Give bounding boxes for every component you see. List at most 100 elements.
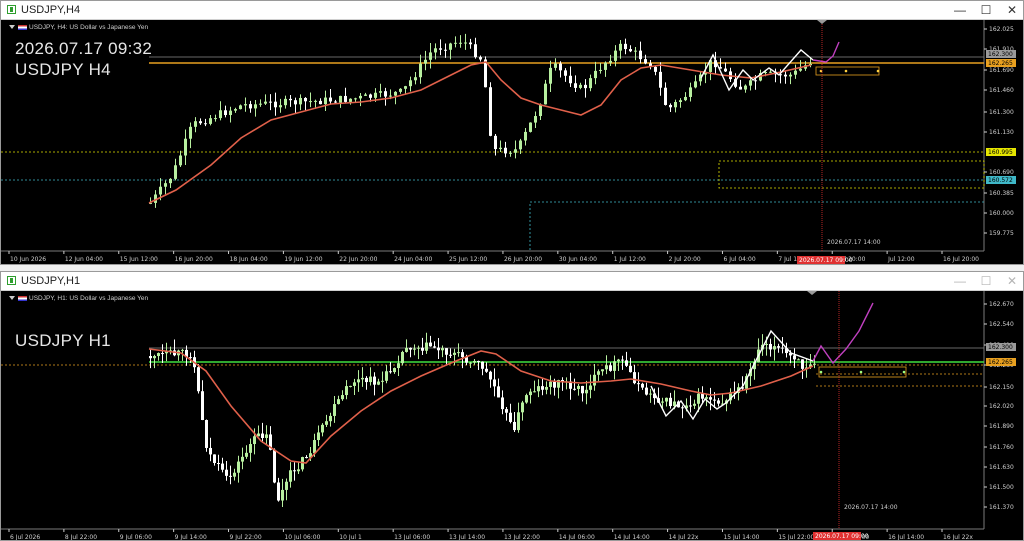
- candle-body: [441, 348, 444, 351]
- candle-body: [617, 359, 620, 362]
- chart-window-icon: [7, 5, 16, 14]
- maximize-button[interactable]: ☐: [973, 273, 999, 289]
- price-tick-label: 162.670: [989, 301, 1014, 308]
- candle-body: [644, 59, 647, 64]
- candle-body: [494, 135, 497, 150]
- candle-body: [501, 397, 504, 410]
- candle-body: [549, 67, 552, 84]
- time-tick-label: 8 Jul 22:00: [65, 534, 97, 540]
- candle-body: [357, 379, 360, 383]
- candle-body: [637, 383, 640, 385]
- time-tick-label: 10 Jun 2026: [10, 256, 46, 263]
- dropdown-icon[interactable]: [9, 296, 15, 301]
- candle-body: [689, 87, 692, 97]
- candle-body: [399, 88, 402, 92]
- time-tick-label: 13 Jul 22:00: [504, 534, 540, 540]
- candle-body: [289, 98, 292, 101]
- candle-body: [224, 110, 227, 116]
- candle-body: [157, 353, 160, 357]
- time-tick-label: 12 Jun 04:00: [65, 256, 103, 263]
- chart-window-h1[interactable]: USDJPY,H1 — ☐ ✕ 162.670162.540162.410162…: [0, 271, 1024, 541]
- candle-body: [449, 43, 452, 50]
- candle-body: [285, 481, 288, 490]
- symbol-info: USDJPY, H1: US Dollar vs Japanese Yen: [9, 295, 148, 302]
- close-button[interactable]: ✕: [999, 2, 1024, 18]
- candle-body: [509, 152, 512, 154]
- candle-body: [293, 470, 296, 472]
- minimize-button[interactable]: —: [947, 2, 973, 18]
- time-tick-label: 19 Jun 12:00: [284, 256, 322, 263]
- candle-body: [329, 415, 332, 422]
- candle-body: [625, 360, 628, 366]
- candle-body: [373, 376, 376, 385]
- chart-canvas-h4[interactable]: 162.025161.910161.690161.460161.300161.1…: [1, 20, 1023, 264]
- candle-body: [593, 374, 596, 386]
- flag-icon: [18, 295, 27, 301]
- candle-body: [485, 368, 488, 372]
- candle-body: [194, 121, 197, 127]
- candle-body: [404, 86, 407, 89]
- candle-body: [669, 397, 672, 407]
- candle-body: [221, 463, 224, 470]
- candle-body: [217, 463, 220, 465]
- projection-line: [812, 41, 840, 63]
- candle-body: [781, 347, 784, 349]
- time-tick-label: 26 Jun 20:00: [504, 256, 542, 263]
- candle-body: [697, 393, 700, 404]
- chart-canvas-h1[interactable]: 162.670162.540162.410162.280162.150162.0…: [1, 291, 1023, 540]
- candle-body: [514, 149, 517, 153]
- candle-body: [577, 385, 580, 389]
- candle-body: [717, 400, 720, 404]
- candle-body: [521, 402, 524, 413]
- candle-body: [349, 385, 352, 387]
- candle-body: [434, 48, 437, 53]
- time-tick-label: 9 Jul 22:00: [230, 534, 262, 540]
- time-tick-label: 22 Jun 20:00: [339, 256, 377, 263]
- candle-body: [529, 391, 532, 396]
- candle-body: [344, 95, 347, 102]
- maximize-button[interactable]: ☐: [973, 2, 999, 18]
- window-titlebar[interactable]: USDJPY,H4 — ☐ ✕: [1, 1, 1023, 20]
- time-tick-label: 15 Jun 12:00: [120, 256, 158, 263]
- chart-window-h4[interactable]: USDJPY,H4 — ☐ ✕ 162.025 161.910 161.690 161…: [0, 0, 1024, 265]
- candle-body: [537, 386, 540, 392]
- time-tick-label: 15 Jul 14:00: [723, 534, 759, 540]
- minimize-button[interactable]: —: [947, 273, 973, 289]
- candle-body: [701, 393, 704, 399]
- price-tick-label: 162.150: [989, 384, 1014, 391]
- candle-body: [474, 44, 477, 58]
- candle-body: [305, 457, 308, 459]
- chart-area[interactable]: 162.025 161.910 161.690 161.460 161.300 161.1…: [1, 20, 1023, 264]
- candle-body: [469, 362, 472, 364]
- dropdown-icon[interactable]: [9, 25, 15, 30]
- candle-body: [599, 69, 602, 71]
- window-titlebar[interactable]: USDJPY,H1 — ☐ ✕: [1, 272, 1023, 291]
- chart-area[interactable]: 162.670162.540162.410162.280162.150162.0…: [1, 291, 1023, 540]
- close-button[interactable]: ✕: [999, 273, 1024, 289]
- candle-body: [609, 365, 612, 371]
- price-tick-label: 161.890: [989, 423, 1014, 430]
- candle-body: [549, 381, 552, 387]
- candle-body: [605, 365, 608, 370]
- time-tick-label: 14 Jul 06:00: [559, 534, 595, 540]
- marker-box-label: 2026.07.17 09:00: [815, 533, 869, 540]
- candle-body: [541, 386, 544, 390]
- candle-body: [179, 155, 182, 166]
- time-tick-label: 14 Jul 22x: [669, 534, 699, 540]
- candle-body: [769, 71, 772, 73]
- candle-body: [525, 395, 528, 403]
- price-tick-label: 161.370: [989, 504, 1014, 511]
- candle-body: [433, 346, 436, 348]
- candle-body: [337, 399, 340, 405]
- time-tick-label: 16 Jul 20:00: [943, 256, 979, 263]
- candle-body: [314, 100, 317, 102]
- candle-body: [529, 122, 532, 132]
- time-tick-label: 10 Jul 1: [339, 534, 362, 540]
- candle-body: [534, 116, 537, 123]
- candle-body: [564, 70, 567, 76]
- candle-body: [669, 104, 672, 108]
- candle-body: [414, 77, 417, 81]
- candle-body: [574, 83, 577, 88]
- candle-body: [421, 347, 424, 351]
- time-tick-label: 25 Jun 12:00: [449, 256, 487, 263]
